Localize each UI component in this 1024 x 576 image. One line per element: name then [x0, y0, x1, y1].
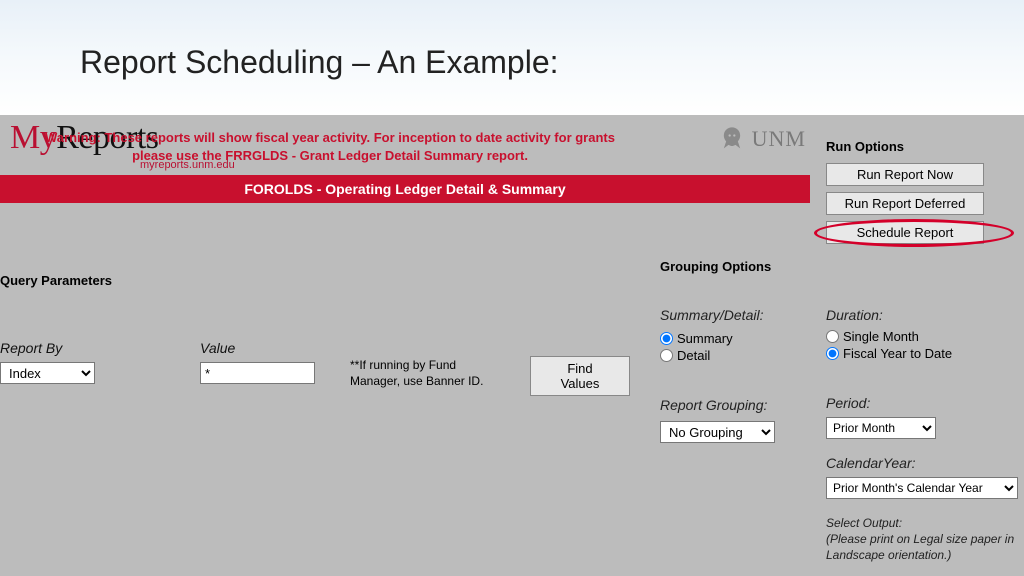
report-grouping-select[interactable]: No Grouping — [660, 421, 775, 443]
detail-radio-label: Detail — [677, 348, 710, 363]
period-label: Period: — [826, 395, 1018, 411]
output-block: Select Output: (Please print on Legal si… — [826, 515, 1018, 564]
duration-block: Duration: Single Month Fiscal Year to Da… — [826, 307, 1018, 363]
calendar-block: CalendarYear: Prior Month's Calendar Yea… — [826, 455, 1018, 499]
summary-detail-label: Summary/Detail: — [660, 307, 815, 323]
value-label: Value — [200, 340, 330, 356]
find-values-button[interactable]: Find Values — [530, 356, 630, 396]
summary-radio-label: Summary — [677, 331, 733, 346]
select-output-label: Select Output: — [826, 516, 902, 530]
summary-detail-block: Summary/Detail: Summary Detail — [660, 307, 815, 365]
run-options-heading: Run Options — [826, 139, 904, 154]
run-buttons: Run Report Now Run Report Deferred Sched… — [826, 163, 986, 244]
single-month-label: Single Month — [843, 329, 919, 344]
fytd-radio[interactable] — [826, 347, 839, 360]
col-grouping: Grouping Options Summary/Detail: Summary… — [660, 115, 820, 576]
period-block: Period: Prior Month — [826, 395, 1018, 439]
duration-label: Duration: — [826, 307, 1018, 323]
single-month-radio[interactable] — [826, 330, 839, 343]
report-grouping-block: Report Grouping: No Grouping — [660, 397, 815, 443]
output-note: (Please print on Legal size paper in Lan… — [826, 532, 1014, 562]
report-by-select[interactable]: Index — [0, 362, 95, 384]
query-parameters-heading: Query Parameters — [0, 273, 112, 288]
calendar-select[interactable]: Prior Month's Calendar Year — [826, 477, 1018, 499]
slide-title: Report Scheduling – An Example: — [0, 0, 1024, 105]
app-frame: MyReports myreports.unm.edu UNM FOROLDS … — [0, 115, 1024, 576]
detail-radio[interactable] — [660, 349, 673, 362]
col-right: Run Options Run Report Now Run Report De… — [820, 115, 1024, 576]
run-now-button[interactable]: Run Report Now — [826, 163, 984, 186]
col-main: Warning: These reports will show fiscal … — [0, 115, 660, 576]
query-form-row: Report By Index Value **If running by Fu… — [0, 340, 660, 396]
schedule-report-button[interactable]: Schedule Report — [826, 221, 984, 244]
warning-text: Warning: These reports will show fiscal … — [0, 115, 660, 170]
fund-manager-hint: **If running by Fund Manager, use Banner… — [350, 358, 500, 389]
report-grouping-label: Report Grouping: — [660, 397, 815, 413]
period-select[interactable]: Prior Month — [826, 417, 936, 439]
run-deferred-button[interactable]: Run Report Deferred — [826, 192, 984, 215]
report-by-label: Report By — [0, 340, 110, 356]
value-input[interactable] — [200, 362, 315, 384]
summary-radio[interactable] — [660, 332, 673, 345]
calendar-label: CalendarYear: — [826, 455, 1018, 471]
grouping-options-heading: Grouping Options — [660, 259, 771, 274]
fytd-label: Fiscal Year to Date — [843, 346, 952, 361]
